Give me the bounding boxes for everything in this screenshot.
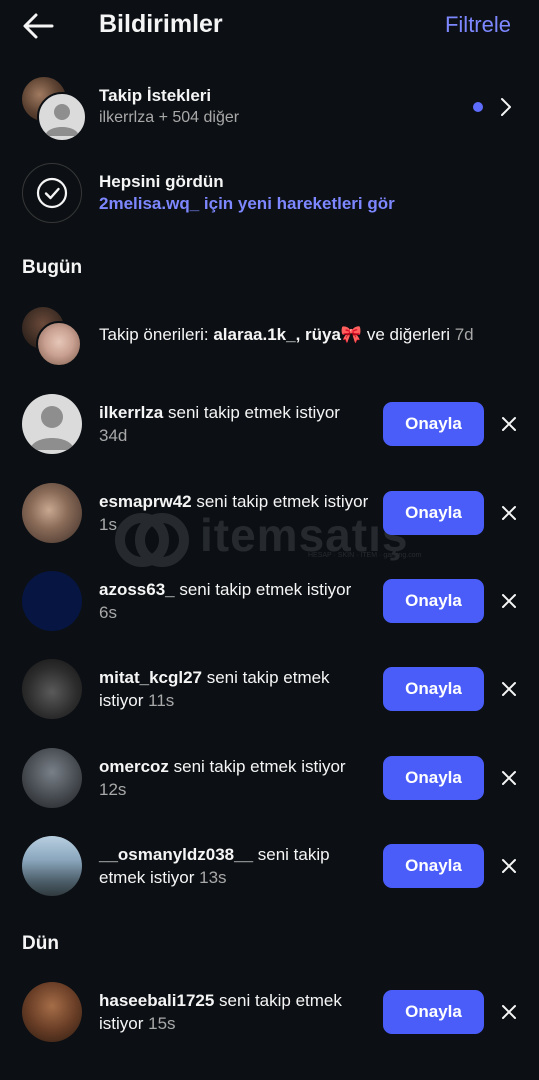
username[interactable]: ilkerrlza xyxy=(99,403,163,422)
request-action: seni takip etmek istiyor xyxy=(163,403,340,422)
username[interactable]: azoss63_ xyxy=(99,580,175,599)
request-text: esmaprw42 seni takip etmek istiyor 1s xyxy=(99,490,369,536)
suggestion-prefix: Takip önerileri: xyxy=(99,325,214,344)
request-text: ilkerrlza seni takip etmek istiyor 34d xyxy=(99,401,369,447)
suggestion-text: Takip önerileri: alaraa.1k_, rüya🎀 ve di… xyxy=(99,325,474,345)
close-icon[interactable] xyxy=(499,414,519,434)
list-item: mitat_kcgl27 seni takip etmek istiyor 11… xyxy=(0,659,539,739)
close-icon[interactable] xyxy=(499,856,519,876)
filter-button[interactable]: Filtrele xyxy=(445,12,511,38)
close-icon[interactable] xyxy=(499,768,519,788)
close-icon[interactable] xyxy=(499,679,519,699)
list-item: esmaprw42 seni takip etmek istiyor 1s On… xyxy=(0,483,539,563)
list-item: omercoz seni takip etmek istiyor 12s Ona… xyxy=(0,748,539,828)
request-text: azoss63_ seni takip etmek istiyor 6s xyxy=(99,578,369,624)
follow-requests-subtitle: ilkerrlza + 504 diğer xyxy=(99,109,240,126)
suggestion-suffix: ve diğerleri xyxy=(362,325,455,344)
list-item: azoss63_ seni takip etmek istiyor 6s Ona… xyxy=(0,571,539,651)
section-yesterday: Dün xyxy=(22,933,59,954)
page-title: Bildirimler xyxy=(99,10,223,38)
username[interactable]: esmaprw42 xyxy=(99,492,192,511)
close-icon[interactable] xyxy=(499,1002,519,1022)
request-text: mitat_kcgl27 seni takip etmek istiyor 11… xyxy=(99,666,369,712)
close-icon[interactable] xyxy=(499,591,519,611)
back-arrow-icon[interactable] xyxy=(22,12,54,40)
approve-button[interactable]: Onayla xyxy=(383,844,484,888)
avatar[interactable] xyxy=(22,659,82,719)
username[interactable]: mitat_kcgl27 xyxy=(99,668,202,687)
avatar[interactable] xyxy=(22,982,82,1042)
list-item: ilkerrlza seni takip etmek istiyor 34d O… xyxy=(0,394,539,474)
chevron-right-icon[interactable] xyxy=(498,96,514,118)
approve-button[interactable]: Onayla xyxy=(383,667,484,711)
approve-button[interactable]: Onayla xyxy=(383,756,484,800)
timestamp: 6s xyxy=(99,603,117,622)
request-action: seni takip etmek istiyor xyxy=(191,492,369,511)
avatar[interactable] xyxy=(22,483,82,543)
request-action: seni takip etmek istiyor xyxy=(168,757,346,776)
approve-button[interactable]: Onayla xyxy=(383,990,484,1034)
approve-button[interactable]: Onayla xyxy=(383,491,484,535)
timestamp: 7d xyxy=(454,325,474,344)
seen-all-icon-ring xyxy=(22,163,82,223)
suggestion-users[interactable]: alaraa.1k_, rüya🎀 xyxy=(213,325,362,344)
avatar[interactable] xyxy=(22,836,82,896)
check-circle-icon xyxy=(36,177,68,209)
avatar[interactable] xyxy=(22,748,82,808)
header: Bildirimler Filtrele xyxy=(0,0,539,52)
timestamp: 1s xyxy=(99,515,117,534)
approve-button[interactable]: Onayla xyxy=(383,402,484,446)
section-today: Bugün xyxy=(22,257,83,278)
timestamp: 13s xyxy=(199,868,227,887)
default-avatar-icon xyxy=(37,92,87,142)
default-avatar-icon[interactable] xyxy=(22,394,82,454)
request-text: haseebali1725 seni takip etmek istiyor 1… xyxy=(99,989,369,1035)
list-item: __osmanyldz038__ seni takip etmek istiyo… xyxy=(0,836,539,916)
username[interactable]: haseebali1725 xyxy=(99,991,214,1010)
username[interactable]: omercoz xyxy=(99,757,169,776)
list-item: haseebali1725 seni takip etmek istiyor 1… xyxy=(0,982,539,1062)
request-text: omercoz seni takip etmek istiyor 12s xyxy=(99,755,369,801)
username[interactable]: __osmanyldz038__ xyxy=(99,845,253,864)
follow-requests-title: Takip İstekleri xyxy=(99,86,212,105)
timestamp: 12s xyxy=(99,780,127,799)
request-action: seni takip etmek istiyor xyxy=(174,580,352,599)
unread-dot-icon xyxy=(473,102,483,112)
avatar[interactable] xyxy=(22,571,82,631)
seen-all-title: Hepsini gördün xyxy=(99,172,224,191)
close-icon[interactable] xyxy=(499,503,519,523)
new-activity-link[interactable]: 2melisa.wq_ için yeni hareketleri gör xyxy=(99,194,395,214)
avatar xyxy=(36,321,82,367)
request-text: __osmanyldz038__ seni takip etmek istiyo… xyxy=(99,843,369,889)
timestamp: 11s xyxy=(148,691,175,710)
timestamp: 15s xyxy=(148,1014,176,1033)
timestamp: 34d xyxy=(99,426,128,445)
approve-button[interactable]: Onayla xyxy=(383,579,484,623)
